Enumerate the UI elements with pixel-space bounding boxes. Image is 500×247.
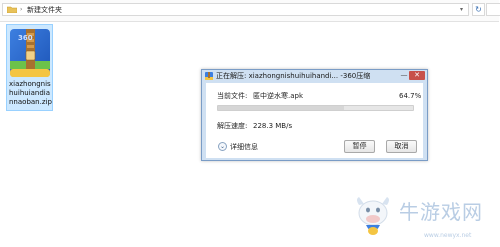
current-file-name: 匿中逆水寒.apk bbox=[253, 92, 304, 100]
folder-icon bbox=[7, 6, 17, 13]
archive-icon-label: 360 bbox=[18, 34, 33, 42]
extract-dialog: 正在解压: xiazhongnishuihuihandi... -360压缩 —… bbox=[201, 69, 428, 161]
watermark: 牛游戏网 www.newyx.net bbox=[353, 195, 500, 247]
archive-icon: 360 bbox=[10, 29, 50, 77]
close-button[interactable]: ✕ bbox=[409, 71, 425, 80]
minimize-button[interactable]: — bbox=[399, 71, 409, 80]
address-bar[interactable]: › 新建文件夹 ▾ bbox=[2, 3, 469, 16]
search-input[interactable] bbox=[486, 3, 500, 16]
pause-button[interactable]: 暂停 bbox=[344, 140, 375, 153]
watermark-url: www.newyx.net bbox=[424, 232, 472, 239]
cow-mascot-icon bbox=[357, 197, 389, 235]
progress-percent: 64.7% bbox=[399, 92, 422, 100]
zip-file-item[interactable]: 360 xiazhongnishuihuiandiannaoban.zip bbox=[6, 24, 53, 111]
breadcrumb[interactable]: 新建文件夹 bbox=[27, 6, 62, 14]
dialog-title: 正在解压: xiazhongnishuihuihandi... -360压缩 bbox=[216, 72, 371, 80]
dialog-body: 当前文件: 匿中逆水寒.apk 64.7% 解压速度: 228.3 MB/s ⌄… bbox=[206, 83, 423, 158]
watermark-text: 牛游戏网 bbox=[399, 200, 483, 224]
details-toggle[interactable]: ⌄ 详细信息 bbox=[218, 142, 268, 152]
refresh-icon: ↻ bbox=[475, 5, 482, 14]
details-label: 详细信息 bbox=[230, 143, 258, 151]
breadcrumb-chevron-icon[interactable]: › bbox=[20, 6, 22, 14]
speed-label: 解压速度: bbox=[217, 122, 248, 130]
current-file-label: 当前文件: bbox=[217, 92, 248, 100]
cancel-button[interactable]: 取消 bbox=[386, 140, 417, 153]
speed-value: 228.3 MB/s bbox=[253, 122, 293, 130]
chevron-down-icon: ⌄ bbox=[218, 142, 227, 151]
progress-bar-fill bbox=[218, 106, 345, 110]
refresh-button[interactable]: ↻ bbox=[472, 3, 485, 16]
progress-bar bbox=[217, 105, 414, 111]
address-bar-area: › 新建文件夹 ▾ ↻ bbox=[0, 0, 500, 22]
zip-app-icon bbox=[205, 72, 213, 80]
address-dropdown-icon[interactable]: ▾ bbox=[460, 6, 463, 14]
file-name: xiazhongnishuihuiandiannaoban.zip bbox=[9, 80, 52, 106]
dialog-title-bar[interactable]: 正在解压: xiazhongnishuihuihandi... -360压缩 —… bbox=[202, 70, 427, 82]
